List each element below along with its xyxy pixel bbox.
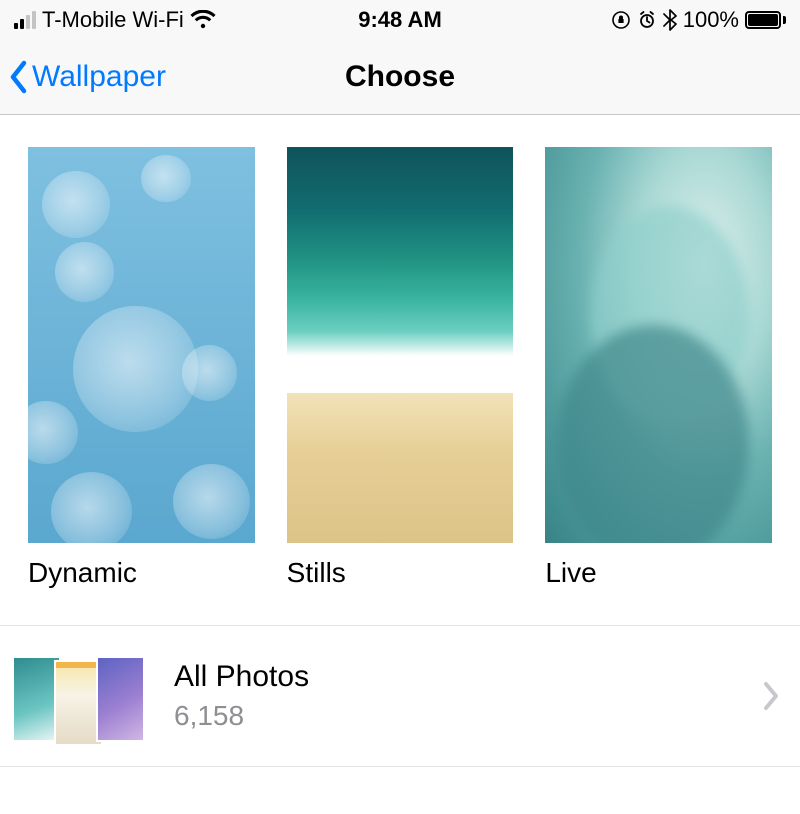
wallpaper-categories: Dynamic Stills Live	[0, 115, 800, 589]
albums-section: All Photos 6,158	[0, 625, 800, 767]
rotation-lock-icon	[611, 10, 631, 30]
album-mini-thumb	[56, 662, 101, 744]
category-stills[interactable]: Stills	[287, 147, 514, 589]
album-all-photos[interactable]: All Photos 6,158	[0, 626, 800, 766]
status-left: T-Mobile Wi-Fi	[14, 7, 216, 33]
category-live[interactable]: Live	[545, 147, 772, 589]
status-bar: T-Mobile Wi-Fi 9:48 AM 100%	[0, 0, 800, 40]
dynamic-thumbnail	[28, 147, 255, 543]
category-label: Dynamic	[28, 557, 255, 589]
category-label: Live	[545, 557, 772, 589]
battery-icon	[745, 11, 786, 29]
alarm-icon	[637, 10, 657, 30]
category-label: Stills	[287, 557, 514, 589]
album-mini-thumb	[14, 658, 59, 740]
navigation-bar: Wallpaper Choose	[0, 40, 800, 115]
live-thumbnail	[545, 147, 772, 543]
page-title: Choose	[345, 60, 455, 94]
album-title: All Photos	[174, 660, 732, 694]
album-count: 6,158	[174, 700, 732, 732]
stills-thumbnail	[287, 147, 514, 543]
battery-percent: 100%	[683, 7, 739, 33]
wifi-icon	[190, 10, 216, 30]
content: Dynamic Stills Live All Photos 6,158	[0, 115, 800, 767]
chevron-left-icon	[8, 59, 30, 95]
status-time: 9:48 AM	[358, 7, 442, 33]
bluetooth-icon	[663, 9, 677, 31]
cellular-signal-icon	[14, 11, 36, 29]
back-label: Wallpaper	[32, 60, 166, 94]
carrier-label: T-Mobile Wi-Fi	[42, 7, 184, 33]
album-thumbnail-stack	[14, 646, 144, 746]
status-right: 100%	[611, 7, 786, 33]
category-dynamic[interactable]: Dynamic	[28, 147, 255, 589]
chevron-right-icon	[762, 681, 780, 711]
album-text: All Photos 6,158	[174, 660, 732, 732]
back-button[interactable]: Wallpaper	[8, 59, 166, 95]
album-mini-thumb	[98, 658, 143, 740]
